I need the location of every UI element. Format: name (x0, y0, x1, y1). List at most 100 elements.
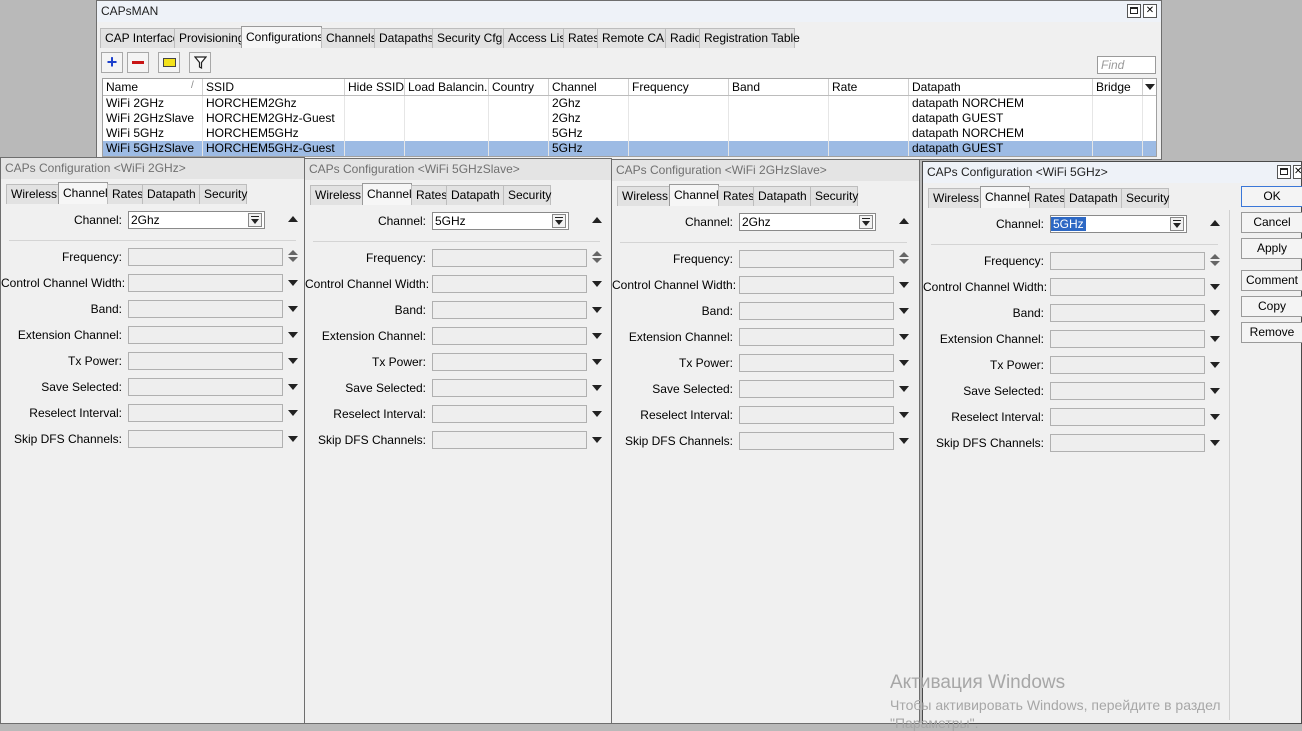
tab-wireless[interactable]: Wireless (310, 185, 363, 205)
dropdown-arrow-icon[interactable] (899, 308, 909, 314)
column-header[interactable]: Name (103, 79, 203, 95)
close-button[interactable]: ✕ (1293, 165, 1302, 179)
tab-rates[interactable]: Rates (107, 184, 143, 204)
dropdown-arrow-icon[interactable] (1210, 284, 1220, 290)
apply-button[interactable]: Apply (1241, 238, 1302, 259)
column-header[interactable]: Hide SSID (345, 79, 405, 95)
dropdown-arrow-icon[interactable] (1210, 388, 1220, 394)
dropdown-arrow-icon[interactable] (1210, 336, 1220, 342)
tx-power-field[interactable] (1050, 356, 1205, 374)
table-row[interactable]: WiFi 5GHz HORCHEM5GHz 5GHz datapath NORCHEM (103, 126, 1156, 141)
dropdown-arrow-icon[interactable] (288, 280, 298, 286)
table-row[interactable]: WiFi 5GHzSlave HORCHEM5GHz-Guest 5GHz datap… (103, 141, 1156, 156)
reselect-interval-field[interactable] (128, 404, 283, 422)
spinner-icon[interactable] (288, 250, 298, 264)
dropdown-arrow-icon[interactable] (288, 384, 298, 390)
dropdown-arrow-icon[interactable] (1210, 310, 1220, 316)
channel-field[interactable]: 5GHz (1050, 215, 1187, 233)
column-header[interactable]: Country (489, 79, 549, 95)
column-chooser-button[interactable] (1143, 79, 1156, 95)
tab-rates[interactable]: Rates (411, 185, 447, 205)
close-button[interactable]: ✕ (1143, 4, 1157, 18)
dropdown-arrow-icon[interactable] (592, 411, 602, 417)
channel-field[interactable]: 2Ghz (128, 211, 265, 229)
column-header[interactable]: Frequency (629, 79, 729, 95)
tab-datapath[interactable]: Datapath (753, 186, 811, 206)
dropdown-arrow-icon[interactable] (592, 281, 602, 287)
spinner-icon[interactable] (592, 251, 602, 265)
dropdown-arrow-icon[interactable] (288, 358, 298, 364)
dropdown-arrow-icon[interactable] (288, 436, 298, 442)
tab-wireless[interactable]: Wireless (6, 184, 59, 204)
tab-configurations[interactable]: Configurations (241, 26, 323, 48)
copy-button[interactable]: Copy (1241, 296, 1302, 317)
ok-button[interactable]: OK (1241, 186, 1302, 207)
tab-rates[interactable]: Rates (563, 28, 599, 48)
filter-button[interactable] (189, 52, 211, 73)
tab-registration-table[interactable]: Registration Table (699, 28, 800, 48)
dropdown-arrow-icon[interactable] (1210, 414, 1220, 420)
dropdown-arrow-icon[interactable] (899, 360, 909, 366)
comment-button[interactable] (158, 52, 180, 73)
capsman-titlebar[interactable]: CAPsMAN (97, 1, 1161, 22)
extension-channel-field[interactable] (432, 327, 587, 345)
dropdown-arrow-icon[interactable] (899, 412, 909, 418)
tab-remote-cap[interactable]: Remote CAP (597, 28, 672, 48)
tab-security-cfg[interactable]: Security Cfg. (432, 28, 506, 48)
comment-button[interactable]: Comment (1241, 270, 1302, 291)
control-channel-width-field[interactable] (128, 274, 283, 292)
channel-field[interactable]: 2Ghz (739, 213, 876, 231)
remove-button[interactable]: Remove (1241, 322, 1302, 343)
save-selected-field[interactable] (432, 379, 587, 397)
dropdown-icon[interactable] (859, 215, 873, 229)
spinner-icon[interactable] (899, 252, 909, 266)
dropdown-arrow-icon[interactable] (592, 437, 602, 443)
frequency-field[interactable] (128, 248, 283, 266)
tx-power-field[interactable] (432, 353, 587, 371)
dropdown-arrow-icon[interactable] (288, 306, 298, 312)
dropdown-arrow-icon[interactable] (592, 385, 602, 391)
control-channel-width-field[interactable] (739, 276, 894, 294)
tab-radio[interactable]: Radio (665, 28, 701, 48)
dropdown-arrow-icon[interactable] (592, 359, 602, 365)
dropdown-arrow-icon[interactable] (288, 332, 298, 338)
save-selected-field[interactable] (128, 378, 283, 396)
tab-security[interactable]: Security (810, 186, 858, 206)
tab-access-list[interactable]: Access List (503, 28, 569, 48)
dropdown-icon[interactable] (552, 214, 566, 228)
dropdown-arrow-icon[interactable] (1210, 362, 1220, 368)
column-header[interactable]: Band (729, 79, 829, 95)
tab-rates[interactable]: Rates (1029, 188, 1065, 208)
tab-datapath[interactable]: Datapath (446, 185, 504, 205)
column-header[interactable]: Datapath (909, 79, 1093, 95)
column-header[interactable]: SSID (203, 79, 345, 95)
band-field[interactable] (1050, 304, 1205, 322)
control-channel-width-field[interactable] (432, 275, 587, 293)
tab-wireless[interactable]: Wireless (617, 186, 670, 206)
save-selected-field[interactable] (1050, 382, 1205, 400)
frequency-field[interactable] (739, 250, 894, 268)
tab-security[interactable]: Security (199, 184, 247, 204)
dropdown-icon[interactable] (248, 213, 262, 227)
skip-dfs-channels-field[interactable] (432, 431, 587, 449)
tab-wireless[interactable]: Wireless (928, 188, 981, 208)
maximize-button[interactable] (1127, 4, 1141, 18)
dropdown-arrow-icon[interactable] (899, 438, 909, 444)
column-header[interactable]: Bridge (1093, 79, 1143, 95)
remove-button[interactable] (127, 52, 149, 73)
reselect-interval-field[interactable] (739, 406, 894, 424)
tab-rates[interactable]: Rates (718, 186, 754, 206)
reselect-interval-field[interactable] (432, 405, 587, 423)
tab-security[interactable]: Security (503, 185, 551, 205)
dialog-titlebar[interactable]: CAPs Configuration <WiFi 5GHz> (923, 162, 1301, 183)
tab-channel[interactable]: Channel (669, 184, 719, 206)
table-row[interactable]: WiFi 2GHz HORCHEM2Ghz 2Ghz datapath NORCHEM (103, 96, 1156, 111)
tab-security[interactable]: Security (1121, 188, 1169, 208)
dialog-titlebar[interactable]: CAPs Configuration <WiFi 5GHzSlave> (305, 159, 611, 180)
dropdown-arrow-icon[interactable] (899, 386, 909, 392)
skip-dfs-channels-field[interactable] (739, 432, 894, 450)
channel-field[interactable]: 5GHz (432, 212, 569, 230)
cancel-button[interactable]: Cancel (1241, 212, 1302, 233)
save-selected-field[interactable] (739, 380, 894, 398)
dropdown-icon[interactable] (1170, 217, 1184, 231)
